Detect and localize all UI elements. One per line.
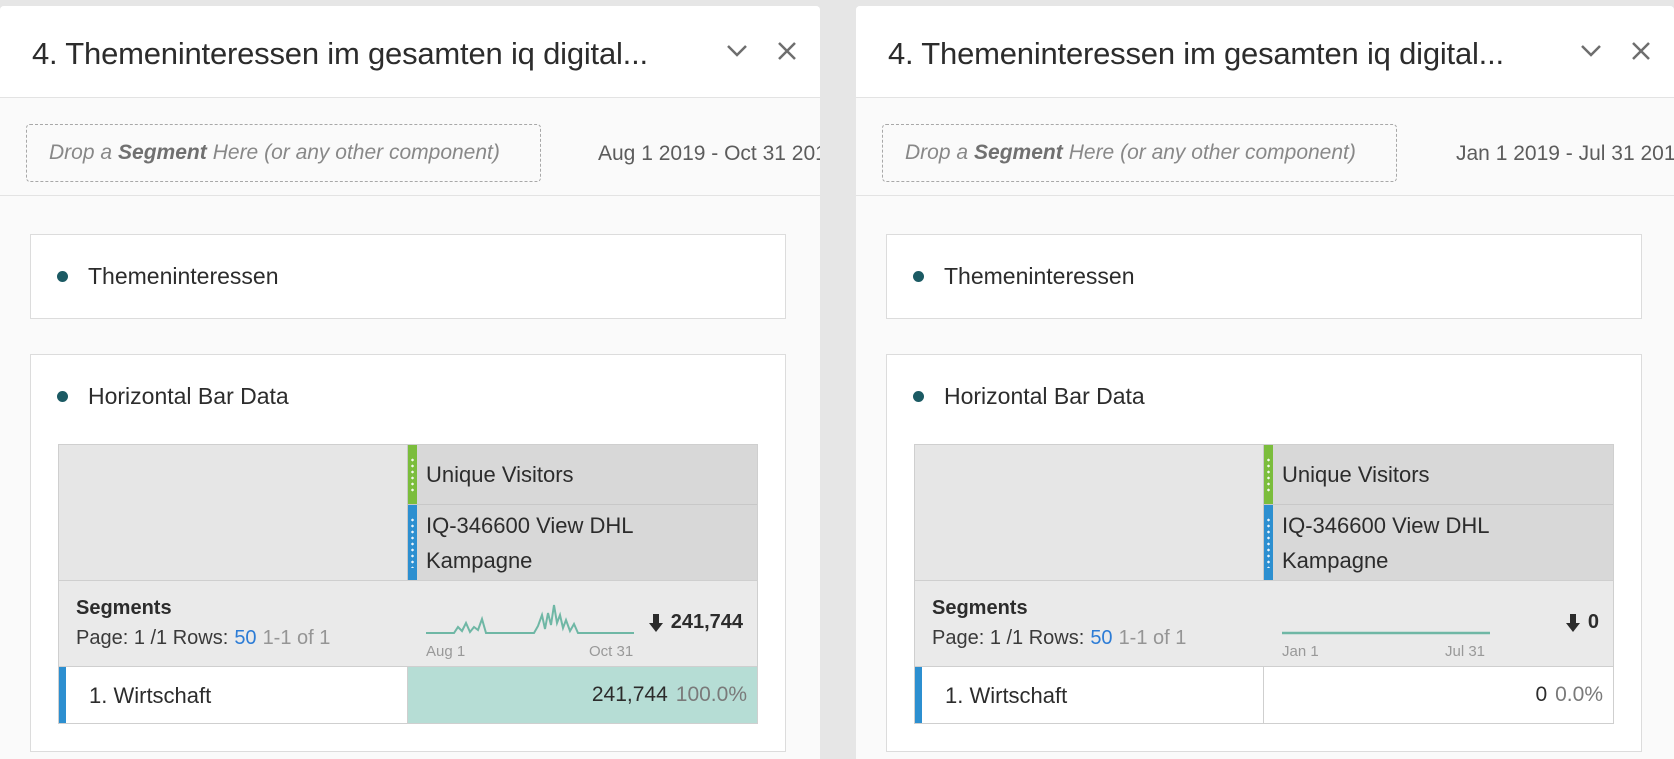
row-percent: 100.0% bbox=[675, 683, 747, 706]
drop-row: Drop a Segment Here (or any other compon… bbox=[0, 98, 820, 196]
table-row[interactable]: 1. Wirtschaft 0 0.0% bbox=[915, 667, 1613, 723]
row-label: 1. Wirtschaft bbox=[89, 683, 212, 708]
chevron-down-icon[interactable] bbox=[722, 36, 752, 66]
dimension-viz-card[interactable]: Themeninteressen bbox=[886, 234, 1642, 319]
table-viz-card[interactable]: Horizontal Bar Data Unique Visitors IQ-3… bbox=[886, 354, 1642, 752]
panel-title[interactable]: 4. Themeninteressen im gesamten iq digit… bbox=[32, 36, 648, 72]
panel-left: 4. Themeninteressen im gesamten iq digit… bbox=[0, 6, 820, 759]
row-selection-bar bbox=[59, 667, 66, 723]
segment-label-line1: IQ-346600 View DHL bbox=[426, 513, 634, 538]
freeform-table: Unique Visitors IQ-346600 View DHL Kampa… bbox=[58, 444, 758, 724]
segment-label-line2: Kampagne bbox=[426, 548, 533, 573]
dimension-label[interactable]: Segments bbox=[76, 597, 172, 620]
metric-column-header[interactable]: Unique Visitors bbox=[407, 445, 757, 505]
sparkline-start-label: Jan 1 bbox=[1282, 643, 1319, 660]
summary-row: Segments Page: 1 /1 Rows: 50 1-1 of 1 Jan … bbox=[915, 580, 1613, 667]
panel-header: 4. Themeninteressen im gesamten iq digit… bbox=[856, 6, 1674, 98]
segment-label-line1: IQ-346600 View DHL bbox=[1282, 513, 1490, 538]
drop-zone-prefix: Drop a bbox=[905, 141, 969, 164]
cell-value: 0 0.0% bbox=[1535, 683, 1603, 707]
total-value: 0 bbox=[1587, 611, 1599, 633]
viz-title: Horizontal Bar Data bbox=[88, 383, 289, 409]
sparkline-start-label: Aug 1 bbox=[426, 643, 466, 660]
pagination: Page: 1 /1 Rows: 50 1-1 of 1 bbox=[932, 627, 1186, 650]
segment-drag-handle[interactable] bbox=[1264, 505, 1273, 580]
status-dot-icon bbox=[57, 391, 68, 402]
date-range[interactable]: Aug 1 2019 - Oct 31 2019 bbox=[598, 142, 820, 166]
range-text: 1-1 of 1 bbox=[1118, 627, 1187, 649]
sparkline-end-label: Jul 31 bbox=[1445, 643, 1486, 660]
segment-label: IQ-346600 View DHL Kampagne bbox=[426, 508, 634, 578]
rows-selector[interactable]: 50 bbox=[234, 627, 256, 649]
pagination: Page: 1 /1 Rows: 50 1-1 of 1 bbox=[76, 627, 330, 650]
segment-label: IQ-346600 View DHL Kampagne bbox=[1282, 508, 1490, 578]
segment-drop-zone[interactable]: Drop a Segment Here (or any other compon… bbox=[26, 124, 541, 182]
status-dot-icon bbox=[57, 271, 68, 282]
row-label: 1. Wirtschaft bbox=[945, 683, 1068, 708]
drop-zone-prefix: Drop a bbox=[49, 141, 113, 164]
chevron-down-icon[interactable] bbox=[1576, 36, 1606, 66]
row-percent: 0.0% bbox=[1555, 683, 1603, 706]
dimension-label[interactable]: Segments bbox=[932, 597, 1028, 620]
metric-drag-handle[interactable] bbox=[1264, 445, 1273, 504]
metric-column-header[interactable]: Unique Visitors bbox=[1263, 445, 1613, 505]
close-icon[interactable] bbox=[772, 36, 802, 66]
row-selection-bar bbox=[915, 667, 922, 723]
arrow-down-icon[interactable] bbox=[648, 613, 663, 632]
viz-title: Themeninteressen bbox=[88, 263, 279, 289]
column-total: 0 bbox=[1565, 611, 1599, 634]
date-range[interactable]: Jan 1 2019 - Jul 31 2019 bbox=[1456, 142, 1674, 166]
status-dot-icon bbox=[913, 391, 924, 402]
freeform-table: Unique Visitors IQ-346600 View DHL Kampa… bbox=[914, 444, 1614, 724]
rows-selector[interactable]: 50 bbox=[1090, 627, 1112, 649]
segment-column-header[interactable]: IQ-346600 View DHL Kampagne bbox=[407, 505, 757, 580]
close-icon[interactable] bbox=[1626, 36, 1656, 66]
drop-zone-suffix: Here (or any other component) bbox=[212, 141, 500, 164]
page-label: Page: 1 /1 Rows: bbox=[76, 627, 229, 649]
page-label: Page: 1 /1 Rows: bbox=[932, 627, 1085, 649]
range-text: 1-1 of 1 bbox=[262, 627, 331, 649]
sparkline bbox=[426, 604, 634, 634]
row-cell[interactable]: 0 0.0% bbox=[1263, 667, 1613, 723]
status-dot-icon bbox=[913, 271, 924, 282]
panel-right: 4. Themeninteressen im gesamten iq digit… bbox=[856, 6, 1674, 759]
viz-header: Horizontal Bar Data bbox=[913, 383, 1145, 410]
cell-value: 241,744 100.0% bbox=[592, 683, 747, 707]
row-value: 241,744 bbox=[591, 683, 668, 706]
row-cell[interactable]: 241,744 100.0% bbox=[407, 667, 757, 723]
table-viz-card[interactable]: Horizontal Bar Data Unique Visitors IQ-3… bbox=[30, 354, 786, 752]
column-total: 241,744 bbox=[648, 611, 743, 634]
metric-label: Unique Visitors bbox=[426, 462, 574, 487]
metric-label: Unique Visitors bbox=[1282, 462, 1430, 487]
drop-zone-bold: Segment bbox=[118, 141, 207, 164]
sparkline-end-label: Oct 31 bbox=[589, 643, 634, 660]
viz-header: Themeninteressen bbox=[57, 263, 279, 290]
segment-label-line2: Kampagne bbox=[1282, 548, 1389, 573]
viz-title: Horizontal Bar Data bbox=[944, 383, 1145, 409]
metric-drag-handle[interactable] bbox=[408, 445, 417, 504]
total-value: 241,744 bbox=[670, 611, 743, 633]
table-corner-header bbox=[59, 445, 407, 580]
table-corner-header bbox=[915, 445, 1263, 580]
sparkline bbox=[1282, 631, 1490, 635]
row-value: 0 bbox=[1535, 683, 1548, 706]
segment-drag-handle[interactable] bbox=[408, 505, 417, 580]
segment-drop-zone[interactable]: Drop a Segment Here (or any other compon… bbox=[882, 124, 1397, 182]
panel-title[interactable]: 4. Themeninteressen im gesamten iq digit… bbox=[888, 36, 1504, 72]
dimension-viz-card[interactable]: Themeninteressen bbox=[30, 234, 786, 319]
panel-header: 4. Themeninteressen im gesamten iq digit… bbox=[0, 6, 820, 98]
drop-row: Drop a Segment Here (or any other compon… bbox=[856, 98, 1674, 196]
arrow-down-icon[interactable] bbox=[1565, 613, 1580, 632]
table-row[interactable]: 1. Wirtschaft 241,744 100.0% bbox=[59, 667, 757, 723]
drop-zone-suffix: Here (or any other component) bbox=[1068, 141, 1356, 164]
drop-zone-bold: Segment bbox=[974, 141, 1063, 164]
summary-row: Segments Page: 1 /1 Rows: 50 1-1 of 1 Aug … bbox=[59, 580, 757, 667]
viz-title: Themeninteressen bbox=[944, 263, 1135, 289]
viz-header: Themeninteressen bbox=[913, 263, 1135, 290]
segment-column-header[interactable]: IQ-346600 View DHL Kampagne bbox=[1263, 505, 1613, 580]
viz-header: Horizontal Bar Data bbox=[57, 383, 289, 410]
